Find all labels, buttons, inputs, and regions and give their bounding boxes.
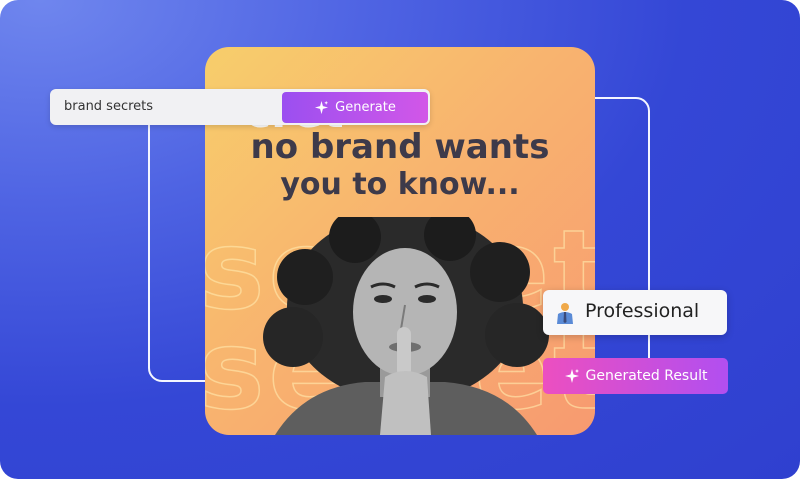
generated-result-button[interactable]: Generated Result — [543, 358, 728, 394]
headline-line-2: no brand wants — [250, 127, 550, 167]
search-input-value: brand secrets — [64, 99, 154, 114]
tone-chip-professional[interactable]: Professional — [543, 290, 727, 335]
hero-canvas: secret secret cret no brand wants you to… — [0, 0, 800, 479]
sparkles-icon — [564, 369, 579, 383]
generate-button-label: Generate — [335, 100, 396, 115]
headline-line-3: you to know... — [280, 167, 520, 202]
generated-result-label: Generated Result — [585, 368, 708, 384]
portrait-image — [263, 217, 549, 435]
generate-button[interactable]: Generate — [282, 92, 428, 123]
tone-chip-label: Professional — [585, 300, 700, 322]
businessperson-icon — [557, 303, 573, 324]
sparkles-icon — [315, 100, 329, 115]
